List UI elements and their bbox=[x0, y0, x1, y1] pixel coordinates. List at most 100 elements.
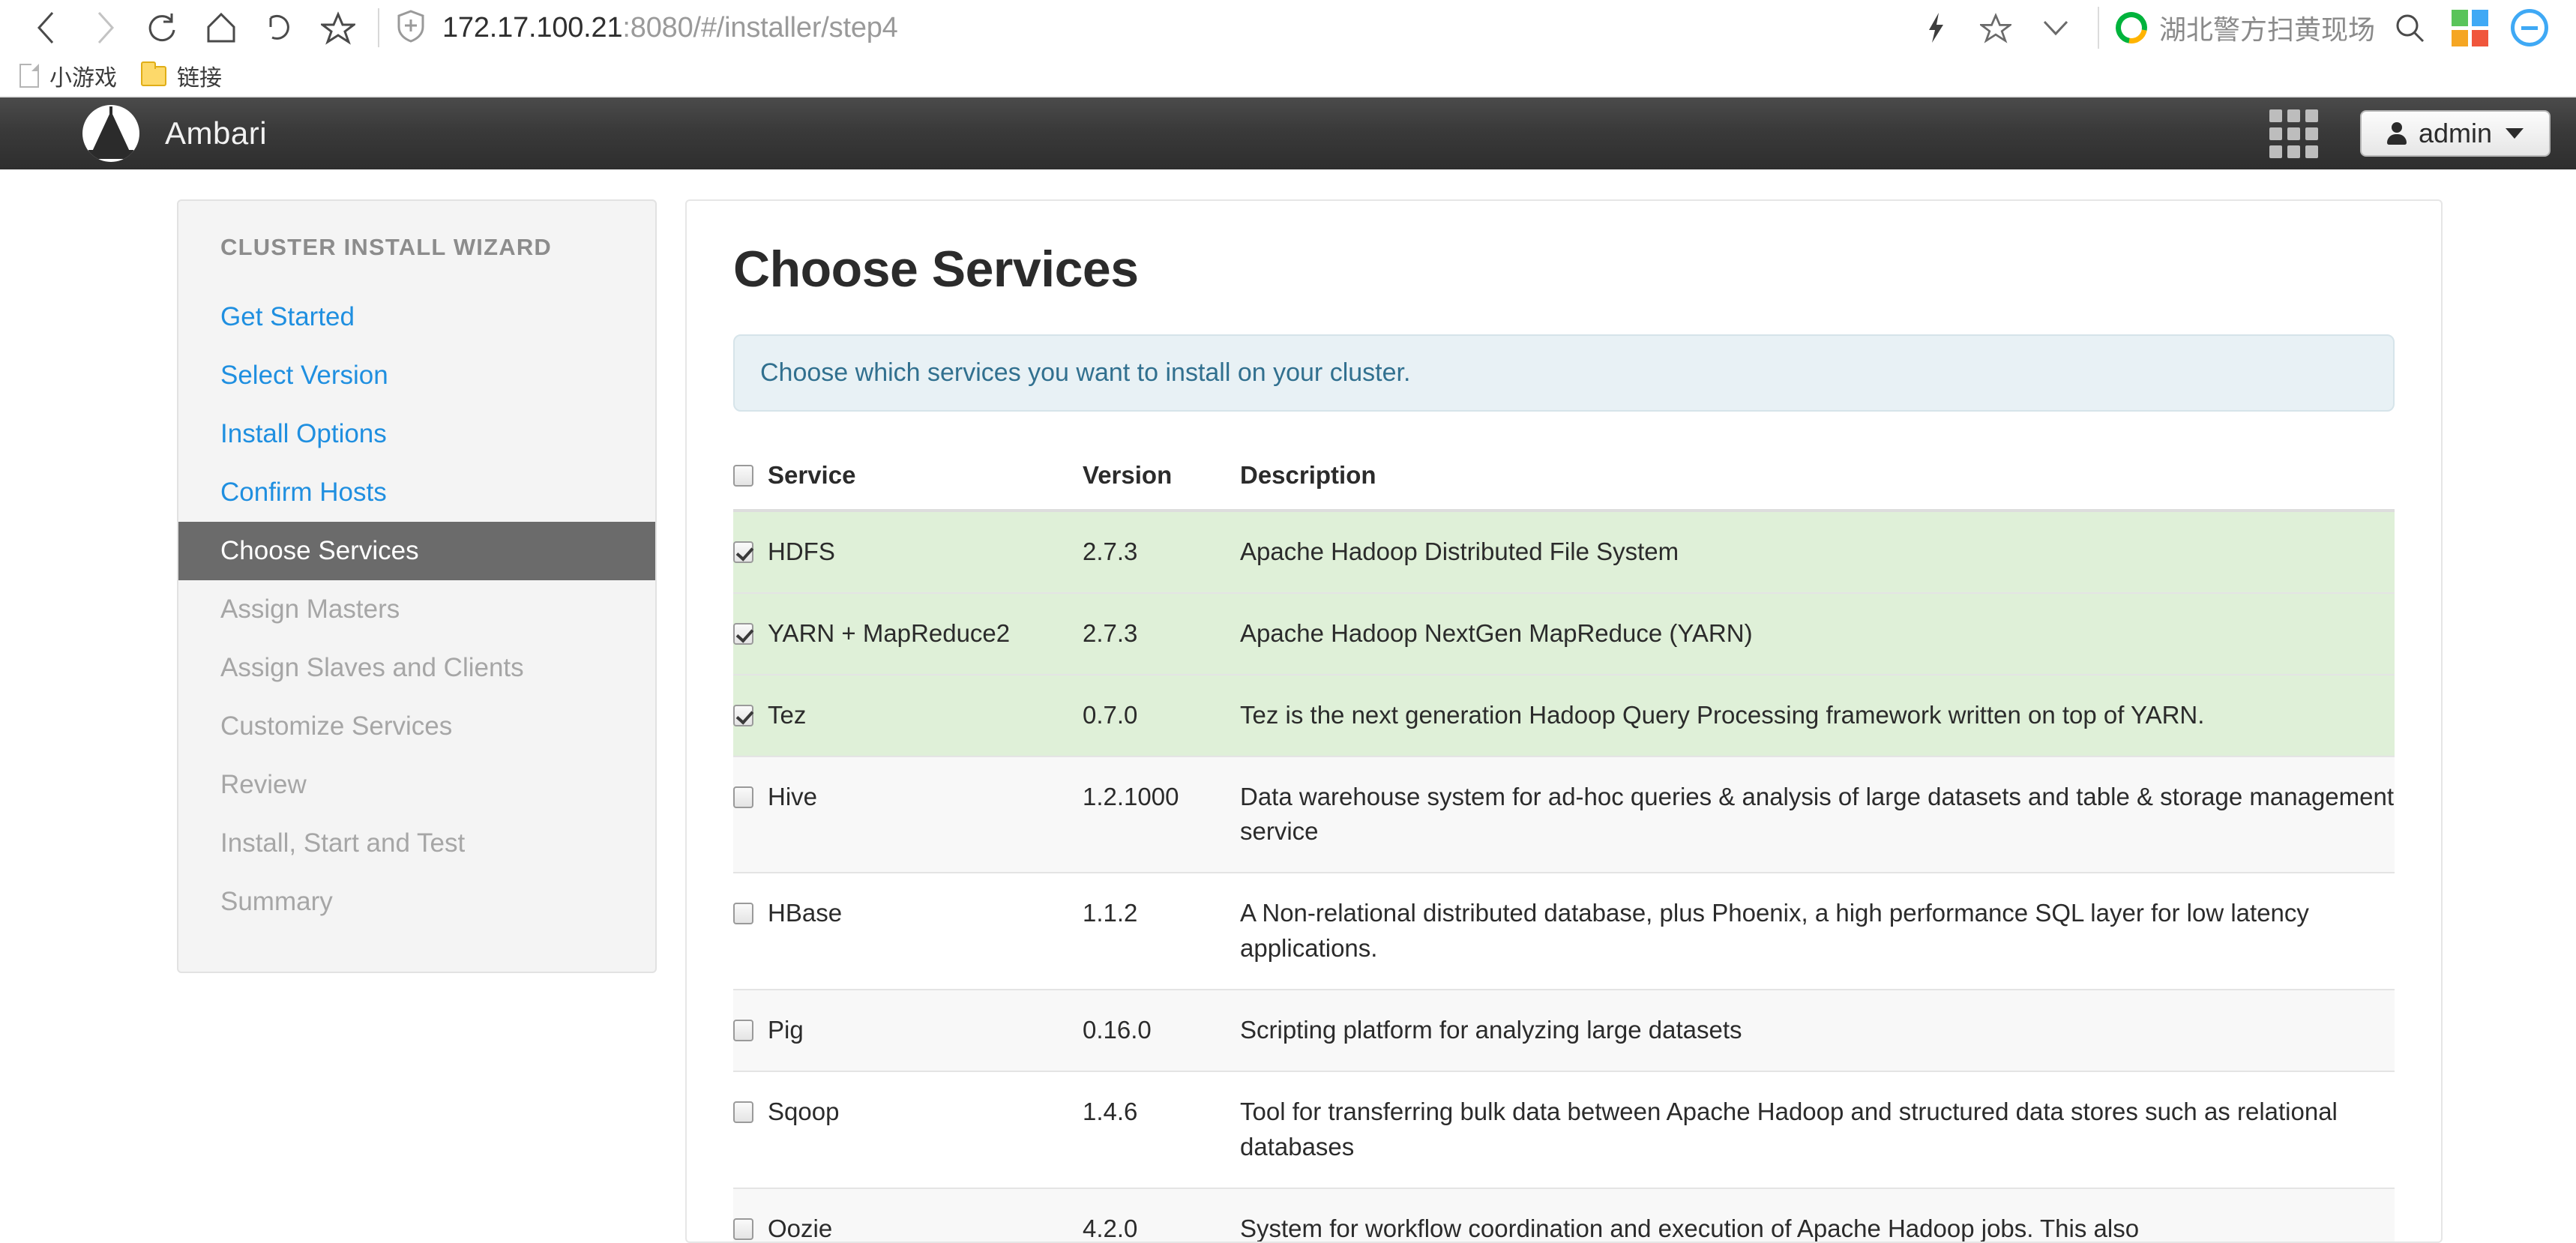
bookmark-label: 小游戏 bbox=[49, 59, 117, 92]
microsoft-grid-icon[interactable] bbox=[2446, 4, 2494, 52]
service-description: System for workflow coordination and exe… bbox=[1240, 1188, 2395, 1243]
table-row[interactable]: Sqoop 1.4.6 Tool for transferring bulk d… bbox=[733, 1071, 2395, 1188]
url-host: 172.17.100.21 bbox=[442, 12, 622, 43]
table-row[interactable]: YARN + MapReduce2 2.7.3 Apache Hadoop Ne… bbox=[733, 593, 2395, 675]
main-panel: Choose Services Choose which services yo… bbox=[685, 199, 2443, 1243]
sidebar-item-install-start-test: Install, Start and Test bbox=[178, 814, 655, 873]
page-body: CLUSTER INSTALL WIZARD Get Started Selec… bbox=[0, 169, 2576, 1243]
service-name: Oozie bbox=[768, 1188, 1083, 1243]
row-checkbox-cell bbox=[733, 593, 768, 675]
back-button[interactable] bbox=[16, 4, 75, 52]
service-version: 2.7.3 bbox=[1083, 511, 1240, 593]
service-checkbox[interactable] bbox=[733, 1218, 753, 1240]
app-brand[interactable]: Ambari bbox=[82, 105, 267, 162]
service-version: 1.1.2 bbox=[1083, 873, 1240, 990]
table-row[interactable]: HDFS 2.7.3 Apache Hadoop Distributed Fil… bbox=[733, 511, 2395, 593]
chevron-down-icon[interactable] bbox=[2032, 4, 2080, 52]
bookmark-item[interactable]: 链接 bbox=[129, 58, 234, 94]
service-description: Apache Hadoop Distributed File System bbox=[1240, 511, 2395, 593]
service-description: Data warehouse system for ad-hoc queries… bbox=[1240, 756, 2395, 873]
toolbar-divider-2 bbox=[2098, 7, 2099, 49]
service-checkbox[interactable] bbox=[733, 623, 753, 645]
home-button[interactable] bbox=[192, 4, 250, 52]
sidebar-item-install-options[interactable]: Install Options bbox=[178, 405, 655, 463]
bookmark-star-button[interactable] bbox=[309, 4, 367, 52]
url-text[interactable]: 172.17.100.21:8080/#/installer/step4 bbox=[442, 12, 898, 44]
bookmarks-bar: 小游戏 链接 bbox=[0, 55, 2576, 97]
toolbar-divider bbox=[378, 8, 379, 47]
table-row[interactable]: Hive 1.2.1000 Data warehouse system for … bbox=[733, 756, 2395, 873]
app-header: Ambari admin bbox=[0, 97, 2576, 169]
app-header-right: admin bbox=[2269, 109, 2551, 158]
service-checkbox[interactable] bbox=[733, 903, 753, 924]
service-version: 1.4.6 bbox=[1083, 1071, 1240, 1188]
service-version: 0.16.0 bbox=[1083, 990, 1240, 1071]
sidebar-item-summary: Summary bbox=[178, 873, 655, 931]
user-menu-button[interactable]: admin bbox=[2360, 110, 2551, 157]
table-row[interactable]: Oozie 4.2.0 System for workflow coordina… bbox=[733, 1188, 2395, 1243]
toolbar-right-group: 湖北警方扫黄现场 bbox=[1906, 4, 2560, 52]
select-all-header bbox=[733, 455, 768, 511]
apps-grid-icon[interactable] bbox=[2269, 109, 2318, 158]
service-version: 4.2.0 bbox=[1083, 1188, 1240, 1243]
search-engine-box[interactable]: 湖北警方扫黄现场 bbox=[2111, 4, 2380, 52]
row-checkbox-cell bbox=[733, 675, 768, 756]
service-checkbox[interactable] bbox=[733, 786, 753, 808]
star-icon[interactable] bbox=[1972, 4, 2020, 52]
services-table-head: Service Version Description bbox=[733, 455, 2395, 511]
row-checkbox-cell bbox=[733, 873, 768, 990]
services-table: Service Version Description HDFS 2.7.3 A… bbox=[733, 455, 2395, 1243]
service-name: Tez bbox=[768, 675, 1083, 756]
service-name: Pig bbox=[768, 990, 1083, 1071]
service-checkbox[interactable] bbox=[733, 1101, 753, 1123]
service-version: 0.7.0 bbox=[1083, 675, 1240, 756]
column-header-service: Service bbox=[768, 455, 1083, 511]
table-row[interactable]: HBase 1.1.2 A Non-relational distributed… bbox=[733, 873, 2395, 990]
service-version: 2.7.3 bbox=[1083, 593, 1240, 675]
search-icon[interactable] bbox=[2386, 4, 2434, 52]
sidebar-item-get-started[interactable]: Get Started bbox=[178, 288, 655, 346]
page-title: Choose Services bbox=[733, 240, 2395, 298]
select-all-checkbox[interactable] bbox=[733, 465, 753, 487]
sidebar-item-select-version[interactable]: Select Version bbox=[178, 346, 655, 405]
forward-button[interactable] bbox=[75, 4, 133, 52]
service-description: Tez is the next generation Hadoop Query … bbox=[1240, 675, 2395, 756]
row-checkbox-cell bbox=[733, 1188, 768, 1243]
bookmark-item[interactable]: 小游戏 bbox=[7, 58, 129, 94]
table-row[interactable]: Pig 0.16.0 Scripting platform for analyz… bbox=[733, 990, 2395, 1071]
wizard-sidebar: CLUSTER INSTALL WIZARD Get Started Selec… bbox=[177, 199, 657, 973]
row-checkbox-cell bbox=[733, 990, 768, 1071]
column-header-description: Description bbox=[1240, 455, 2395, 511]
service-checkbox[interactable] bbox=[733, 1020, 753, 1041]
service-checkbox[interactable] bbox=[733, 541, 753, 563]
table-header-row: Service Version Description bbox=[733, 455, 2395, 511]
sidebar-item-choose-services[interactable]: Choose Services bbox=[178, 522, 655, 580]
lightning-icon[interactable] bbox=[1912, 4, 1960, 52]
user-account-icon[interactable] bbox=[2506, 4, 2554, 52]
sidebar-item-assign-slaves: Assign Slaves and Clients bbox=[178, 639, 655, 697]
person-icon bbox=[2387, 122, 2407, 145]
reload-button[interactable] bbox=[133, 4, 192, 52]
bookmark-label: 链接 bbox=[177, 59, 222, 92]
search-engine-label: 湖北警方扫黄现场 bbox=[2159, 8, 2375, 47]
service-description: Tool for transferring bulk data between … bbox=[1240, 1071, 2395, 1188]
row-checkbox-cell bbox=[733, 511, 768, 593]
service-checkbox[interactable] bbox=[733, 705, 753, 726]
service-version: 1.2.1000 bbox=[1083, 756, 1240, 873]
shield-plus-icon[interactable] bbox=[396, 9, 426, 47]
service-description: Apache Hadoop NextGen MapReduce (YARN) bbox=[1240, 593, 2395, 675]
service-name: HBase bbox=[768, 873, 1083, 990]
user-menu-label: admin bbox=[2419, 118, 2492, 149]
service-name: Sqoop bbox=[768, 1071, 1083, 1188]
url-path: :8080/#/installer/step4 bbox=[622, 12, 897, 43]
table-row[interactable]: Tez 0.7.0 Tez is the next generation Had… bbox=[733, 675, 2395, 756]
sidebar-item-assign-masters: Assign Masters bbox=[178, 580, 655, 639]
row-checkbox-cell bbox=[733, 756, 768, 873]
sidebar-item-confirm-hosts[interactable]: Confirm Hosts bbox=[178, 463, 655, 522]
services-table-body: HDFS 2.7.3 Apache Hadoop Distributed Fil… bbox=[733, 511, 2395, 1243]
row-checkbox-cell bbox=[733, 1071, 768, 1188]
address-bar[interactable]: 172.17.100.21:8080/#/installer/step4 bbox=[396, 4, 1906, 52]
undo-button[interactable] bbox=[250, 4, 309, 52]
app-brand-name: Ambari bbox=[165, 115, 267, 151]
browser-toolbar: 172.17.100.21:8080/#/installer/step4 湖北警… bbox=[0, 0, 2576, 55]
